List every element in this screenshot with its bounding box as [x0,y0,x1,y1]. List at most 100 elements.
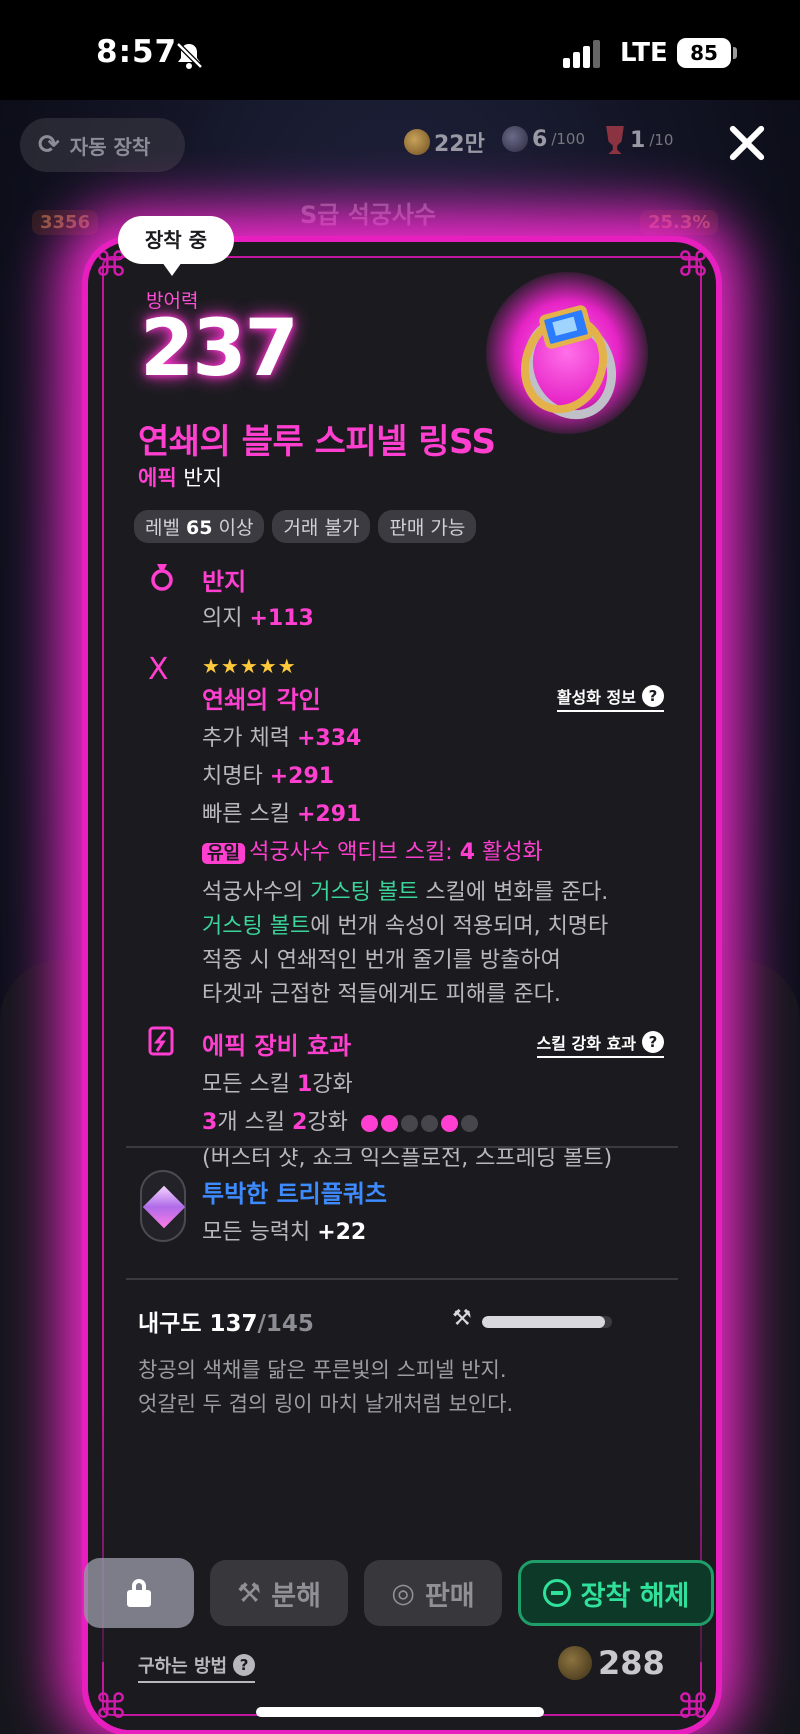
gem-socket[interactable] [140,1170,186,1242]
signal-icon [563,40,600,68]
trade-chip: 거래 불가 [272,510,371,543]
price-value: 288 [598,1644,665,1682]
engrave-desc-line: 거스팅 볼트에 번개 속성이 적용되며, 치명타 [202,908,608,940]
item-type: 에픽 반지 [138,462,222,492]
skill-name: 거스팅 볼트 [310,880,419,905]
bell-off-icon [176,42,203,69]
status-bar: 8:57 LTE 85 [0,0,800,100]
epic-text: 개 스킬 [217,1110,293,1135]
level-value: 65 [186,517,213,539]
skill-boost-info-link[interactable]: 스킬 강화 효과? [536,1030,664,1058]
level-requirement-chip: 레벨 65 이상 [134,510,265,543]
epic-effect-line: 모든 스킬 1강화 [202,1066,353,1098]
item-card-body: ⌘ ⌘ ⌘ ⌘ 방어력 237 연쇄의 블루 스피넬 링SS 에픽 반지 레벨 … [88,242,716,1730]
help-icon: ? [642,1031,664,1053]
how-to-obtain-link[interactable]: 구하는 방법? [138,1652,256,1683]
slot-dot [460,1114,478,1132]
sell-chip: 판매 가능 [378,510,477,543]
slot-dot [420,1114,438,1132]
engrave-desc-line: 석궁사수의 거스팅 볼트 스킬에 변화를 준다. [202,874,608,906]
engrave-desc-line: 적중 시 연쇄적인 번개 줄기를 방출하여 [202,948,561,973]
home-indicator[interactable] [256,1707,544,1717]
sell-button[interactable]: ◎ 판매 [364,1560,502,1626]
epic-text: 모든 스킬 [202,1072,297,1097]
gem-stat-name: 모든 능력치 [202,1220,318,1245]
item-tags: 레벨 65 이상 거래 불가 판매 가능 [134,510,477,543]
desc-text: 석궁사수의 [202,880,311,905]
minus-circle-icon [542,1579,571,1607]
sell-price: 288 [558,1644,665,1682]
network-type: LTE [620,38,668,68]
repair-icon: ⚒ [452,1306,472,1331]
level-prefix: 레벨 [145,517,186,539]
activation-info-link[interactable]: 활성화 정보? [556,684,664,712]
ring-art [520,305,617,420]
level-suffix: 이상 [212,517,254,539]
unique-badge: 유일 [202,843,246,864]
epic-effect-icon [148,1026,174,1063]
epic-value: 1 [296,1072,313,1097]
disassemble-label: 분해 [271,1580,321,1612]
auto-equip-label: 자동 장착 [69,134,151,159]
epic-value: 3 [202,1110,218,1135]
coin-icon: ◎ [391,1577,415,1609]
engrave-stat: 치명타 +291 [202,758,334,790]
close-icon[interactable] [722,118,772,168]
ring-stat-name: 의지 [202,606,250,631]
engrave-stat: 추가 체력 +334 [202,720,361,752]
ornament-icon: ⌘ [676,245,710,285]
orb-value: 6 [532,126,548,152]
trophy-counter: 1/10 [604,126,673,154]
item-slot: 반지 [183,466,222,490]
engrave-icon: X [148,652,169,687]
lock-icon [127,1579,151,1607]
epic-text: 강화 [312,1072,353,1097]
status-time: 8:57 [96,34,178,70]
disassemble-button[interactable]: ⚒ 분해 [210,1560,348,1626]
unique-text: 석궁사수 액티브 스킬: [249,840,460,865]
battery-icon: 85 [677,38,731,68]
engrave-stat-value: +291 [269,764,335,789]
divider [126,1146,678,1148]
help-icon: ? [233,1654,256,1676]
star-rating: ★★★★★ [202,654,297,678]
gold-counter: 22만 [404,126,485,158]
auto-equip-button[interactable]: ⟳ 자동 장착 [20,118,185,172]
skill-slot-dots [360,1114,478,1132]
engrave-stat: 빠른 스킬 +291 [202,796,361,828]
slot-dot [440,1114,458,1132]
sell-label: 판매 [424,1580,475,1612]
equipped-tag: 장착 중 [118,216,234,276]
ornament-icon: ⌘ [676,1687,710,1727]
ring-stat: 의지 +113 [202,600,314,632]
item-description-line: 엇갈린 두 겹의 링이 마치 날개처럼 보인다. [138,1392,514,1416]
durability-max: /145 [257,1311,314,1337]
unique-value: 4 [459,840,475,865]
unequip-button[interactable]: 장착 해제 [518,1560,714,1626]
engrave-stat-value: +291 [296,802,362,827]
hammer-icon: ⚒ [237,1577,262,1609]
trophy-value: 1 [630,127,646,153]
lock-button[interactable] [84,1558,194,1628]
unequip-label: 장착 해제 [580,1580,690,1612]
trophy-icon [606,126,624,154]
gem-stat: 모든 능력치 +22 [202,1214,366,1246]
epic-skill-list: (버스터 샷, 쇼크 익스플로전, 스프레딩 볼트) [202,1146,613,1171]
how-to-obtain-label: 구하는 방법 [138,1656,228,1677]
orb-counter: 6/100 [502,126,585,152]
durability: 내구도 137/145 [138,1304,314,1338]
durability-label: 내구도 [138,1311,210,1337]
durability-fill [482,1316,605,1328]
slot-dot [400,1114,418,1132]
epic-effect-line: 3개 스킬 2강화 [202,1104,478,1136]
item-detail-card: ⌘ ⌘ ⌘ ⌘ 방어력 237 연쇄의 블루 스피넬 링SS 에픽 반지 레벨 … [82,236,722,1734]
engrave-stat-name: 치명타 [202,764,270,789]
battery-nub [733,47,737,59]
slot-dot [380,1114,398,1132]
gem-stat-value: +22 [317,1220,367,1245]
help-icon: ? [642,685,664,707]
desc-text: 에 번개 속성이 적용되며, 치명타 [310,914,609,939]
engrave-stat-value: +334 [296,726,362,751]
item-name: 연쇄의 블루 스피넬 링SS [138,422,496,462]
coin-icon [404,129,430,155]
